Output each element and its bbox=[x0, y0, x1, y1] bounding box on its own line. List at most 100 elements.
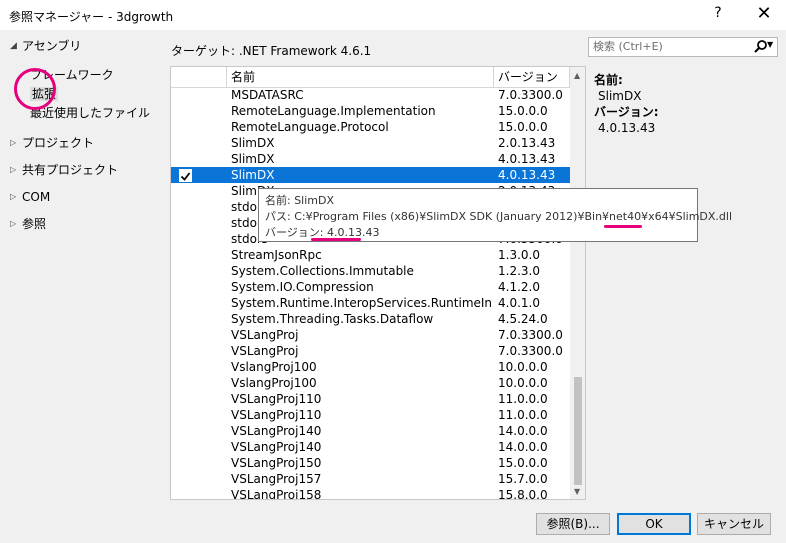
list-item[interactable]: VSLangProj140 14.0.0.0 bbox=[171, 439, 570, 455]
reference-version: 7.0.3300.0 bbox=[498, 328, 563, 342]
reference-name: RemoteLanguage.Protocol bbox=[231, 120, 389, 134]
list-item[interactable]: VSLangProj110 11.0.0.0 bbox=[171, 407, 570, 423]
reference-name: StreamJsonRpc bbox=[231, 248, 322, 262]
scrollbar-thumb[interactable] bbox=[574, 377, 582, 485]
reference-version: 15.0.0.0 bbox=[498, 120, 548, 134]
browse-button[interactable]: 参照(B)... bbox=[536, 513, 610, 535]
collapsed-arrow-icon: ▷ bbox=[10, 165, 17, 174]
list-item[interactable]: RemoteLanguage.Implementation 15.0.0.0 bbox=[171, 103, 570, 119]
reference-version: 4.0.1.0 bbox=[498, 296, 540, 310]
list-item[interactable]: System.Collections.Immutable 1.2.3.0 bbox=[171, 263, 570, 279]
list-item[interactable]: VslangProj100 10.0.0.0 bbox=[171, 375, 570, 391]
list-item[interactable]: System.Threading.Tasks.Dataflow 4.5.24.0 bbox=[171, 311, 570, 327]
header-version[interactable]: バージョン bbox=[494, 67, 570, 87]
search-box[interactable]: ▼ bbox=[588, 37, 778, 57]
list-item[interactable]: SlimDX 4.0.13.43 bbox=[171, 151, 570, 167]
reference-version: 2.0.13.43 bbox=[498, 136, 556, 150]
reference-list[interactable]: 名前 バージョン MSDATASRC 7.0.3300.0 RemoteLangua… bbox=[170, 66, 586, 500]
cancel-button[interactable]: キャンセル bbox=[697, 513, 771, 535]
reference-name: System.IO.Compression bbox=[231, 280, 374, 294]
search-dropdown-icon[interactable]: ▼ bbox=[767, 40, 773, 49]
reference-name: VSLangProj140 bbox=[231, 424, 322, 438]
list-item[interactable]: VSLangProj158 15.8.0.0 bbox=[171, 487, 570, 499]
tooltip-path: パス: C:¥Program Files (x86)¥SlimDX SDK (J… bbox=[265, 210, 733, 223]
checkbox[interactable] bbox=[179, 169, 192, 182]
reference-name: SlimDX bbox=[231, 136, 275, 150]
nav-com-label: COM bbox=[22, 190, 51, 204]
reference-version: 7.0.3300.0 bbox=[498, 88, 563, 102]
reference-version: 15.7.0.0 bbox=[498, 472, 548, 486]
nav-recent-files[interactable]: 最近使用したファイル bbox=[30, 104, 150, 122]
reference-name: VSLangProj110 bbox=[231, 408, 322, 422]
nav-shared-projects-label: 共有プロジェクト bbox=[22, 163, 119, 177]
reference-name: VSLangProj157 bbox=[231, 472, 322, 486]
nav-shared-projects[interactable]: ▷ 共有プロジェクト bbox=[10, 161, 118, 179]
close-button[interactable]: ✕ bbox=[752, 3, 776, 27]
checkmark-icon bbox=[180, 172, 191, 181]
nav-projects[interactable]: ▷ プロジェクト bbox=[10, 134, 94, 152]
list-item[interactable]: System.Runtime.InteropServices.RuntimeIn… bbox=[171, 295, 570, 311]
collapsed-arrow-icon: ▷ bbox=[10, 219, 17, 228]
list-item[interactable]: VSLangProj 7.0.3300.0 bbox=[171, 327, 570, 343]
window-title: 参照マネージャー - 3dgrowth bbox=[9, 10, 174, 24]
nav-com[interactable]: ▷ COM bbox=[10, 188, 50, 206]
tooltip-name: 名前: SlimDX bbox=[265, 194, 335, 207]
list-item[interactable]: MSDATASRC 7.0.3300.0 bbox=[171, 87, 570, 103]
reference-version: 14.0.0.0 bbox=[498, 424, 548, 438]
reference-version: 11.0.0.0 bbox=[498, 392, 548, 406]
highlight-circle-annotation bbox=[14, 68, 56, 110]
reference-name: SlimDX bbox=[231, 152, 275, 166]
reference-version: 4.5.24.0 bbox=[498, 312, 548, 326]
reference-version: 14.0.0.0 bbox=[498, 440, 548, 454]
reference-name: VslangProj100 bbox=[231, 376, 317, 390]
header-name[interactable]: 名前 bbox=[227, 67, 494, 87]
collapsed-arrow-icon: ▷ bbox=[10, 138, 17, 147]
details-pane: 名前: SlimDX バージョン: 4.0.13.43 bbox=[594, 72, 659, 136]
list-item[interactable]: VslangProj100 10.0.0.0 bbox=[171, 359, 570, 375]
list-item[interactable]: VSLangProj157 15.7.0.0 bbox=[171, 471, 570, 487]
reference-name: RemoteLanguage.Implementation bbox=[231, 104, 436, 118]
reference-version: 15.0.0.0 bbox=[498, 456, 548, 470]
reference-name: VslangProj100 bbox=[231, 360, 317, 374]
header-check-column[interactable] bbox=[171, 67, 227, 87]
reference-name: VSLangProj140 bbox=[231, 440, 322, 454]
reference-version: 1.2.3.0 bbox=[498, 264, 540, 278]
nav-browse[interactable]: ▷ 参照 bbox=[10, 215, 46, 233]
nav-projects-label: プロジェクト bbox=[22, 136, 95, 150]
reference-name: VSLangProj150 bbox=[231, 456, 322, 470]
list-item[interactable]: RemoteLanguage.Protocol 15.0.0.0 bbox=[171, 119, 570, 135]
list-item[interactable]: SlimDX 2.0.13.43 bbox=[171, 135, 570, 151]
details-name-value: SlimDX bbox=[598, 89, 642, 103]
reference-name: VSLangProj110 bbox=[231, 392, 322, 406]
list-header: 名前 バージョン bbox=[171, 67, 570, 88]
list-item[interactable]: VSLangProj140 14.0.0.0 bbox=[171, 423, 570, 439]
reference-version: 4.0.13.43 bbox=[498, 168, 556, 182]
details-version-label: バージョン: bbox=[594, 105, 659, 119]
reference-name: VSLangProj bbox=[231, 344, 299, 358]
scroll-up-arrow-icon[interactable]: ▲ bbox=[574, 71, 580, 80]
reference-version: 10.0.0.0 bbox=[498, 376, 548, 390]
help-button[interactable]: ? bbox=[708, 5, 728, 25]
target-framework-label: ターゲット: .NET Framework 4.6.1 bbox=[171, 44, 372, 58]
nav-browse-label: 参照 bbox=[22, 217, 47, 231]
vertical-scrollbar[interactable]: ▲ ▼ bbox=[570, 67, 585, 499]
reference-version: 11.0.0.0 bbox=[498, 408, 548, 422]
search-input[interactable] bbox=[593, 40, 743, 53]
collapsed-arrow-icon: ▷ bbox=[10, 192, 17, 201]
nav-assemblies[interactable]: ◢ アセンブリ bbox=[10, 37, 81, 55]
list-item[interactable]: System.IO.Compression 4.1.2.0 bbox=[171, 279, 570, 295]
list-item[interactable]: VSLangProj110 11.0.0.0 bbox=[171, 391, 570, 407]
reference-version: 10.0.0.0 bbox=[498, 360, 548, 374]
ok-button[interactable]: OK bbox=[617, 513, 691, 535]
list-item[interactable]: VSLangProj 7.0.3300.0 bbox=[171, 343, 570, 359]
list-item[interactable]: SlimDX 4.0.13.43 bbox=[171, 167, 570, 183]
reference-name: System.Threading.Tasks.Dataflow bbox=[231, 312, 434, 326]
reference-name: SlimDX bbox=[231, 168, 275, 182]
reference-tooltip: 名前: SlimDX パス: C:¥Program Files (x86)¥Sl… bbox=[258, 188, 733, 242]
reference-version: 15.0.0.0 bbox=[498, 104, 548, 118]
scroll-down-arrow-icon[interactable]: ▼ bbox=[574, 487, 580, 496]
list-item[interactable]: StreamJsonRpc 1.3.0.0 bbox=[171, 247, 570, 263]
list-item[interactable]: VSLangProj150 15.0.0.0 bbox=[171, 455, 570, 471]
details-version-value: 4.0.13.43 bbox=[598, 121, 656, 135]
title-bar: 参照マネージャー - 3dgrowth ? ✕ bbox=[0, 0, 786, 30]
